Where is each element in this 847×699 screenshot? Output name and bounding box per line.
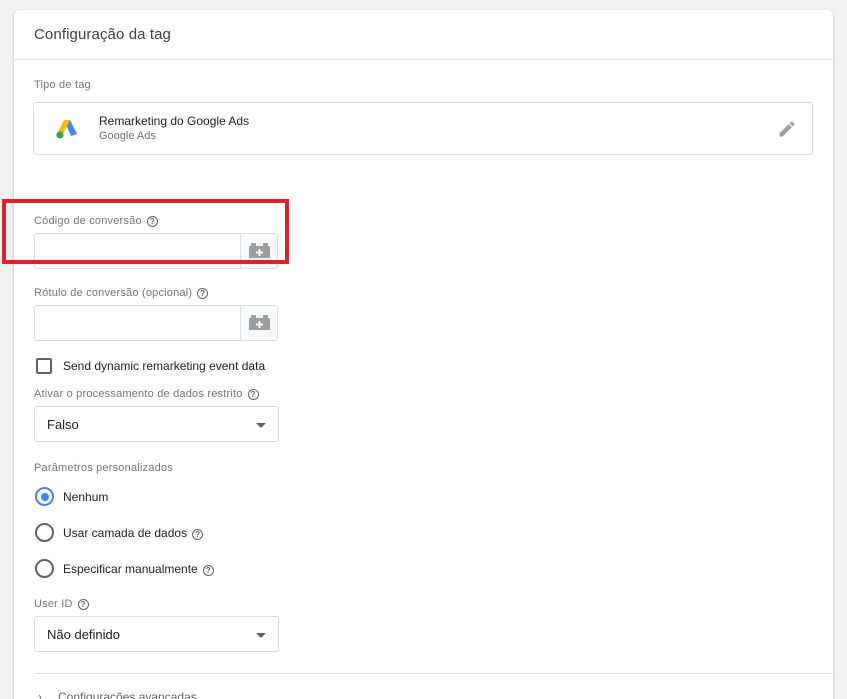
divider — [34, 673, 833, 674]
radio-button[interactable] — [35, 559, 54, 578]
tag-type-label: Tipo de tag — [34, 79, 91, 91]
help-icon[interactable]: ? — [247, 389, 259, 400]
dynamic-remarketing-label: Send dynamic remarketing event data — [63, 359, 266, 373]
advanced-settings-label: Configurações avançadas — [58, 690, 197, 699]
help-icon[interactable]: ? — [77, 599, 89, 610]
restricted-processing-value: Falso — [47, 417, 79, 432]
tag-type-selector[interactable]: Remarketing do Google Ads Google Ads — [33, 102, 813, 155]
radio-button[interactable] — [35, 523, 54, 542]
google-ads-logo-icon — [56, 119, 78, 139]
radio-label-text: Especificar manualmente — [63, 562, 198, 576]
user-id-label: User ID? — [34, 598, 89, 610]
conversion-label-label: Rótulo de conversão (opcional)? — [34, 287, 209, 299]
restricted-processing-label-text: Ativar o processamento de dados restrito — [34, 388, 243, 400]
divider — [14, 59, 833, 60]
dynamic-remarketing-checkbox[interactable] — [36, 358, 52, 374]
help-icon[interactable]: ? — [197, 288, 209, 299]
radio-label: Especificar manualmente? — [63, 562, 214, 576]
conversion-label-label-text: Rótulo de conversão (opcional) — [34, 287, 193, 299]
help-icon[interactable]: ? — [192, 529, 204, 540]
radio-label-text: Usar camada de dados — [63, 526, 188, 540]
conversion-label-field[interactable] — [34, 305, 278, 341]
conversion-label-input[interactable] — [35, 306, 241, 340]
card-title: Configuração da tag — [34, 26, 171, 43]
user-id-label-text: User ID — [34, 598, 73, 610]
radio-label: Usar camada de dados? — [63, 526, 204, 540]
tag-configuration-card: Configuração da tag Tipo de tag Remarket… — [14, 10, 833, 699]
pencil-icon[interactable] — [777, 119, 797, 139]
radio-label: Nenhum — [63, 490, 109, 504]
help-icon[interactable]: ? — [202, 565, 214, 576]
chevron-right-icon: › — [38, 690, 42, 699]
dropdown-arrow-icon — [256, 633, 266, 638]
radio-button[interactable] — [35, 487, 54, 506]
highlight-box — [2, 199, 289, 264]
variable-picker-button[interactable] — [240, 306, 277, 340]
dropdown-arrow-icon — [256, 423, 266, 428]
variable-picker-icon — [249, 315, 270, 330]
advanced-settings-toggle[interactable]: › Configurações avançadas — [38, 690, 197, 699]
user-id-value: Não definido — [47, 627, 120, 642]
tag-type-subtitle: Google Ads — [99, 130, 156, 142]
restricted-processing-label: Ativar o processamento de dados restrito… — [34, 388, 259, 400]
custom-params-label: Parâmetros personalizados — [34, 462, 173, 474]
tag-type-name: Remarketing do Google Ads — [99, 114, 250, 128]
user-id-select[interactable]: Não definido — [34, 616, 279, 652]
restricted-processing-select[interactable]: Falso — [34, 406, 279, 442]
